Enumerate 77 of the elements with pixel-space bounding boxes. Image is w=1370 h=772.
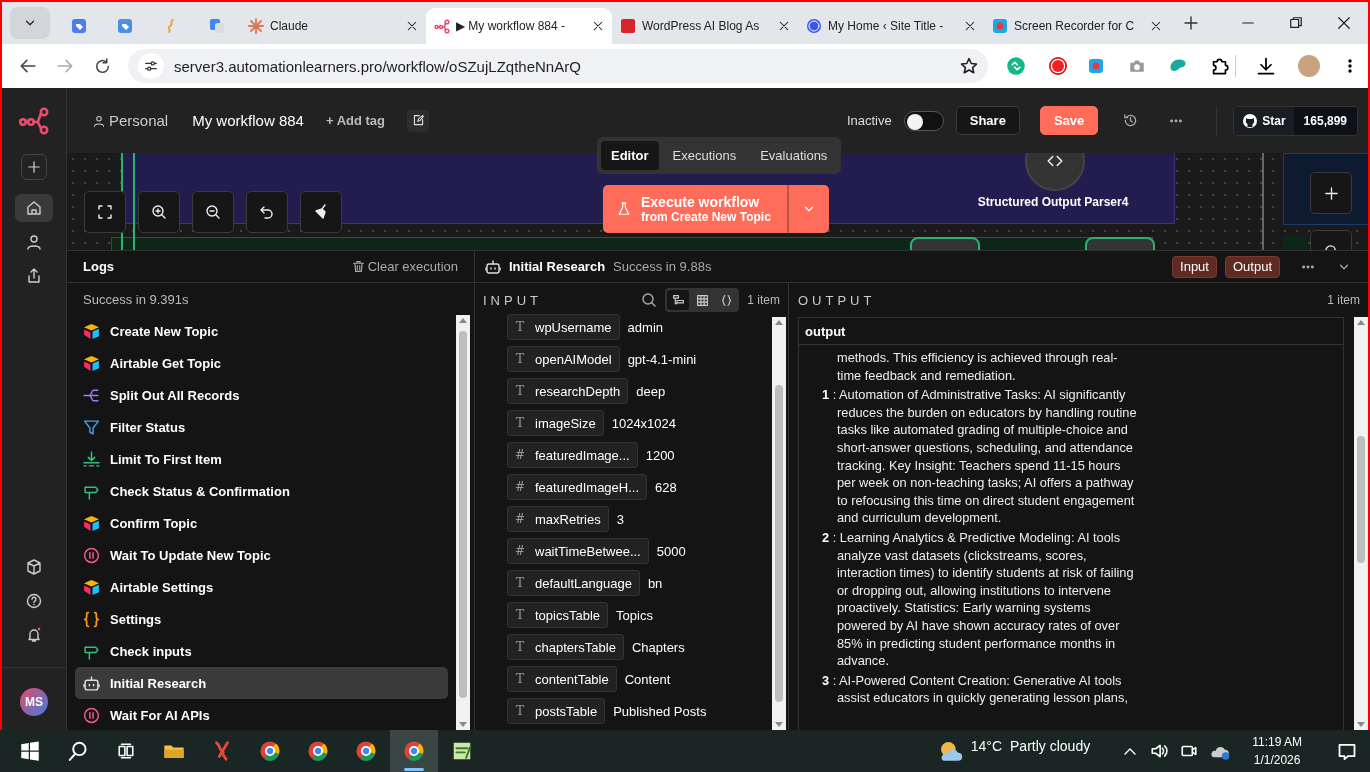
project-link[interactable]: Personal (109, 112, 169, 129)
output-list-item: 1 : Automation of Administrative Tasks: AI significantly reduces the burden on educators by handling routine tasks like automated grading of multiple-choice and short-answer questions, scheduling, and attendance tracking. Key Insight: Teachers spend 11-15 hours per week on non-teaching tasks; AI offers a pathway to refocusing this time on direct student engagement and curriculum development. (822, 386, 1137, 527)
item-count: 1 item (1327, 293, 1360, 307)
field-value: deep (636, 383, 666, 399)
browser-tab[interactable]: WordPress AI Blog As (612, 8, 798, 44)
log-item[interactable]: Wait To Update New Topic (75, 539, 448, 571)
field-name[interactable]: T topicsTable (507, 602, 609, 628)
item-count: 1 item (747, 293, 780, 307)
field-value: 628 (655, 479, 677, 495)
field-value: 1024x1024 (611, 415, 677, 431)
view-tab[interactable]: Editor (601, 141, 659, 170)
log-item[interactable]: Settings (75, 603, 448, 635)
node-status: Success in 9.88s (613, 259, 712, 274)
log-item[interactable]: Create New Topic (75, 315, 448, 347)
output-button[interactable]: Output (1224, 255, 1280, 278)
output-list-item: 2 : Learning Analytics & Predictive Modeling: AI tools analyze vast datasets (clickstreams, scores, interaction times) to identify students at risk of failing or dropping out, allowing institutions to intervene proactively. Statistics: Early warning systems powered by AI have shown accuracy rates of over 85% in predicting student performance months in advance. (822, 528, 1135, 670)
log-item[interactable]: Limit To First Item (75, 443, 448, 475)
field-name[interactable]: T wpUsername (507, 314, 620, 340)
view-tab[interactable]: Evaluations (750, 141, 838, 170)
field-name[interactable]: # maxRetries (507, 506, 609, 532)
star-count: 165,899 (1293, 106, 1357, 135)
browser-tab[interactable]: Claude (240, 8, 426, 44)
browser-tab[interactable]: My Home ‹ Site Title - (798, 8, 984, 44)
clock[interactable]: 11:19 AM 1/1/2026 (1252, 733, 1302, 769)
view-tab[interactable]: Executions (662, 141, 747, 170)
node-name: Initial Research (509, 259, 606, 274)
share-button[interactable]: Share (955, 106, 1020, 135)
field-name[interactable]: # waitTimeBetwee... (507, 538, 649, 564)
star-button[interactable]: Star (1234, 106, 1294, 135)
output-list-item: 3 : AI-Powered Content Creation: Generative AI tools assist educators in quickly generating lesson plans, (822, 671, 1129, 707)
input-button[interactable]: Input (1172, 255, 1217, 278)
field-value: Chapters (631, 639, 685, 655)
log-item[interactable]: Airtable Settings (75, 571, 448, 603)
field-value: Published Posts (613, 703, 707, 719)
output-heading: OUTPUT (798, 292, 876, 308)
field-value: Topics (616, 607, 653, 623)
node-label: Structured Output Parser4 (976, 195, 1130, 210)
field-value: admin (627, 319, 663, 335)
field-name[interactable]: T postsTable (507, 698, 606, 724)
field-value: 1200 (645, 447, 675, 463)
output-key: output (799, 318, 1343, 345)
add-tag-button[interactable]: + Add tag (319, 112, 391, 129)
address-bar[interactable]: server3.automationlearners.pro/workflow/oSZujLZqtheNnArQ (128, 49, 988, 83)
clear-execution-button[interactable]: Clear execution (351, 259, 458, 274)
panel-title: Logs (83, 259, 115, 274)
browser-tab[interactable]: ▶ My workflow 884 - (426, 8, 612, 44)
log-item[interactable]: Wait For AI APIs (75, 699, 448, 730)
field-name[interactable]: T imageSize (507, 410, 604, 436)
log-item[interactable]: Confirm Topic (75, 507, 448, 539)
user-avatar[interactable]: MS (20, 688, 48, 716)
weather-temperature[interactable]: 14°C (970, 738, 1003, 764)
field-value: 3 (616, 511, 624, 527)
field-name[interactable]: # featuredImage... (507, 442, 638, 468)
log-item[interactable]: Split Out All Records (75, 379, 448, 411)
log-item[interactable]: Filter Status (75, 411, 448, 443)
field-value: Content (624, 671, 671, 687)
field-name[interactable]: # featuredImageH... (507, 474, 648, 500)
log-item[interactable]: Check inputs (75, 635, 448, 667)
field-name[interactable]: T chaptersTable (507, 634, 624, 660)
execution-summary: Success in 9.391s (82, 291, 190, 309)
output-text: methods. This efficiency is achieved through real-time feedback and remediation. (837, 349, 1119, 385)
browser-tab[interactable]: Screen Recorder for C (984, 8, 1170, 44)
field-name[interactable]: T researchDepth (507, 378, 629, 404)
field-name[interactable]: T openAIModel (507, 346, 620, 372)
log-item[interactable]: Check Status & Confirmation (75, 475, 448, 507)
field-name[interactable]: T contentTable (507, 666, 617, 692)
weather-condition[interactable]: Partly cloudy (1010, 738, 1091, 764)
field-value: gpt-4.1-mini (627, 351, 697, 367)
workflow-name[interactable]: My workflow 884 (192, 112, 304, 129)
github-star-widget[interactable]: Star 165,899 (1233, 105, 1358, 136)
log-item[interactable]: Initial Research (75, 667, 448, 699)
log-item[interactable]: Airtable Get Topic (75, 347, 448, 379)
field-value: bn (647, 575, 663, 591)
input-heading: INPUT (483, 292, 542, 308)
status-label: Inactive (846, 113, 892, 128)
field-name[interactable]: T defaultLanguage (507, 570, 640, 596)
field-value: 5000 (656, 543, 686, 559)
